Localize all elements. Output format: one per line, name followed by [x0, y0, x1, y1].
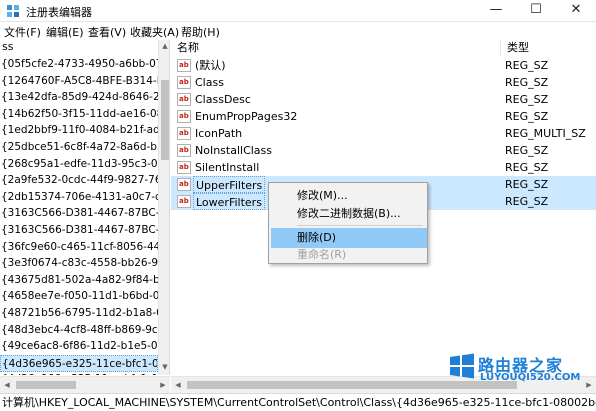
menu-help[interactable]: 帮助(H) — [181, 24, 220, 40]
tree-item[interactable]: {48d3ebc4-4cf8-48ff-b869-9c68ac — [0, 322, 158, 339]
tree-scrollbar[interactable]: ▲ ▼ — [158, 40, 169, 375]
tree-item[interactable]: {1264760F-A5C8-4BFE-B314-D56A — [0, 73, 158, 90]
value-type: REG_SZ — [505, 178, 549, 191]
string-value-icon: ab — [177, 59, 191, 72]
menu-view[interactable]: 查看(V) — [88, 24, 126, 40]
scroll-left-icon[interactable]: ◀ — [171, 377, 185, 393]
tree-item[interactable]: {25dbce51-6c8f-4a72-8a6d-b54c2 — [0, 139, 158, 156]
column-header-name[interactable]: 名称 — [171, 40, 501, 56]
tree-item[interactable]: {48721b56-6795-11d2-b1a8-0080 — [0, 305, 158, 322]
value-type: REG_SZ — [505, 195, 549, 208]
string-value-icon: ab — [177, 127, 191, 140]
value-row[interactable]: ab (默认) REG_SZ — [171, 57, 596, 74]
tree-item[interactable]: {2db15374-706e-4131-a0c7-d7c7 — [0, 189, 158, 206]
string-value-icon: ab — [177, 76, 191, 89]
value-name[interactable]: UpperFilters — [193, 176, 266, 193]
value-type: REG_SZ — [505, 93, 549, 106]
hscroll-thumb[interactable] — [16, 381, 76, 389]
watermark: 路由器之家 LUYOUQI520.COM — [448, 348, 594, 394]
scroll-thumb[interactable] — [161, 80, 169, 160]
scroll-right-icon[interactable]: ▶ — [156, 377, 170, 393]
menu-separator — [297, 225, 423, 226]
tree-item-class[interactable]: ss — [0, 40, 155, 56]
string-value-icon: ab — [177, 144, 191, 157]
value-type: REG_SZ — [505, 110, 549, 123]
maximize-button[interactable]: ☐ — [516, 0, 556, 22]
value-name[interactable]: LowerFilters — [193, 193, 265, 210]
value-name[interactable]: (默认) — [193, 57, 228, 74]
value-row[interactable]: ab Class REG_SZ — [171, 74, 596, 91]
string-value-icon: ab — [177, 110, 191, 123]
value-type: REG_SZ — [505, 76, 549, 89]
tree-item[interactable]: {4658ee7e-f050-11d1-b6bd-00c04 — [0, 288, 158, 305]
tree-item[interactable]: {14b62f50-3f15-11dd-ae16-08002 — [0, 106, 158, 123]
string-value-icon: ab — [177, 161, 191, 174]
tree-item[interactable]: {3163C566-D381-4467-87BC-A65A — [0, 205, 158, 222]
windows-logo-icon — [450, 353, 474, 379]
context-menu: 修改(M)... 修改二进制数据(B)... 删除(D) 重命名(R) — [268, 182, 428, 264]
value-name[interactable]: NoInstallClass — [193, 142, 274, 159]
value-name[interactable]: ClassDesc — [193, 91, 253, 108]
tree-item[interactable]: {1ed2bbf9-11f0-4084-b21f-ad83a — [0, 122, 158, 139]
title-bar: 注册表编辑器 — ☐ ✕ — [0, 0, 596, 22]
value-row[interactable]: ab ClassDesc REG_SZ — [171, 91, 596, 108]
tree-item[interactable]: {4d36e965-e325-11ce-bfc1-08002 — [0, 354, 158, 372]
menu-item-modify[interactable]: 修改(M)... — [271, 186, 427, 206]
value-row[interactable]: ab NoInstallClass REG_SZ — [171, 142, 596, 159]
menu-item-rename[interactable]: 重命名(R) — [271, 245, 427, 265]
status-bar-path: 计算机\HKEY_LOCAL_MACHINE\SYSTEM\CurrentCon… — [0, 393, 596, 411]
column-header-type[interactable]: 类型 — [501, 40, 596, 56]
value-name[interactable]: SilentInstall — [193, 159, 261, 176]
tree-item[interactable]: {13e42dfa-85d9-424d-8646-28a70 — [0, 89, 158, 106]
string-value-icon: ab — [177, 93, 191, 106]
menu-favorites[interactable]: 收藏夹(A) — [130, 24, 179, 40]
value-type: REG_SZ — [505, 161, 549, 174]
value-row[interactable]: ab SilentInstall REG_SZ — [171, 159, 596, 176]
value-name[interactable]: IconPath — [193, 125, 244, 142]
string-value-icon: ab — [177, 178, 191, 191]
window-title: 注册表编辑器 — [26, 6, 92, 19]
menu-file[interactable]: 文件(F) — [4, 24, 41, 40]
tree-item[interactable]: {05f5cfe2-4733-4950-a6bb-07aad — [0, 56, 158, 73]
close-button[interactable]: ✕ — [556, 0, 596, 22]
watermark-url: LUYOUQI520.COM — [480, 372, 581, 383]
tree-hscrollbar[interactable]: ◀ ▶ — [0, 376, 170, 393]
tree-item[interactable]: {3e3f0674-c83c-4558-bb26-9820e — [0, 255, 158, 272]
menu-bar: 文件(F) 编辑(E) 查看(V) 收藏夹(A) 帮助(H) — [0, 22, 596, 40]
value-type: REG_SZ — [505, 144, 549, 157]
value-name[interactable]: EnumPropPages32 — [193, 108, 299, 125]
tree-item[interactable]: {36fc9e60-c465-11cf-8056-444553 — [0, 239, 158, 256]
value-row[interactable]: ab EnumPropPages32 REG_SZ — [171, 108, 596, 125]
regedit-icon — [7, 5, 19, 17]
menu-item-modify-binary[interactable]: 修改二进制数据(B)... — [271, 204, 427, 224]
minimize-button[interactable]: — — [476, 0, 516, 22]
scroll-left-icon[interactable]: ◀ — [0, 377, 14, 393]
value-name[interactable]: Class — [193, 74, 226, 91]
tree-item[interactable]: {4d36e966-e325-11ce-bfc1-08002 — [0, 371, 158, 375]
tree-item[interactable]: {43675d81-502a-4a82-9f84-b75f4 — [0, 272, 158, 289]
string-value-icon: ab — [177, 195, 191, 208]
menu-edit[interactable]: 编辑(E) — [46, 24, 84, 40]
scroll-up-icon[interactable]: ▲ — [159, 40, 169, 52]
value-type: REG_MULTI_SZ — [505, 127, 586, 140]
tree-item[interactable]: {2a9fe532-0cdc-44f9-9827-76192f — [0, 172, 158, 189]
value-row[interactable]: ab IconPath REG_MULTI_SZ — [171, 125, 596, 142]
tree-item[interactable]: {3163C566-D381-4467-87BC-A65A — [0, 222, 158, 239]
registry-tree[interactable]: ss {05f5cfe2-4733-4950-a6bb-07aad{126476… — [0, 40, 170, 375]
scroll-down-icon[interactable]: ▼ — [159, 361, 169, 373]
value-type: REG_SZ — [505, 59, 549, 72]
tree-item[interactable]: {49ce6ac8-6f86-11d2-b1e5-0080c — [0, 338, 158, 355]
tree-item[interactable]: {268c95a1-edfe-11d3-95c3-0010c — [0, 156, 158, 173]
